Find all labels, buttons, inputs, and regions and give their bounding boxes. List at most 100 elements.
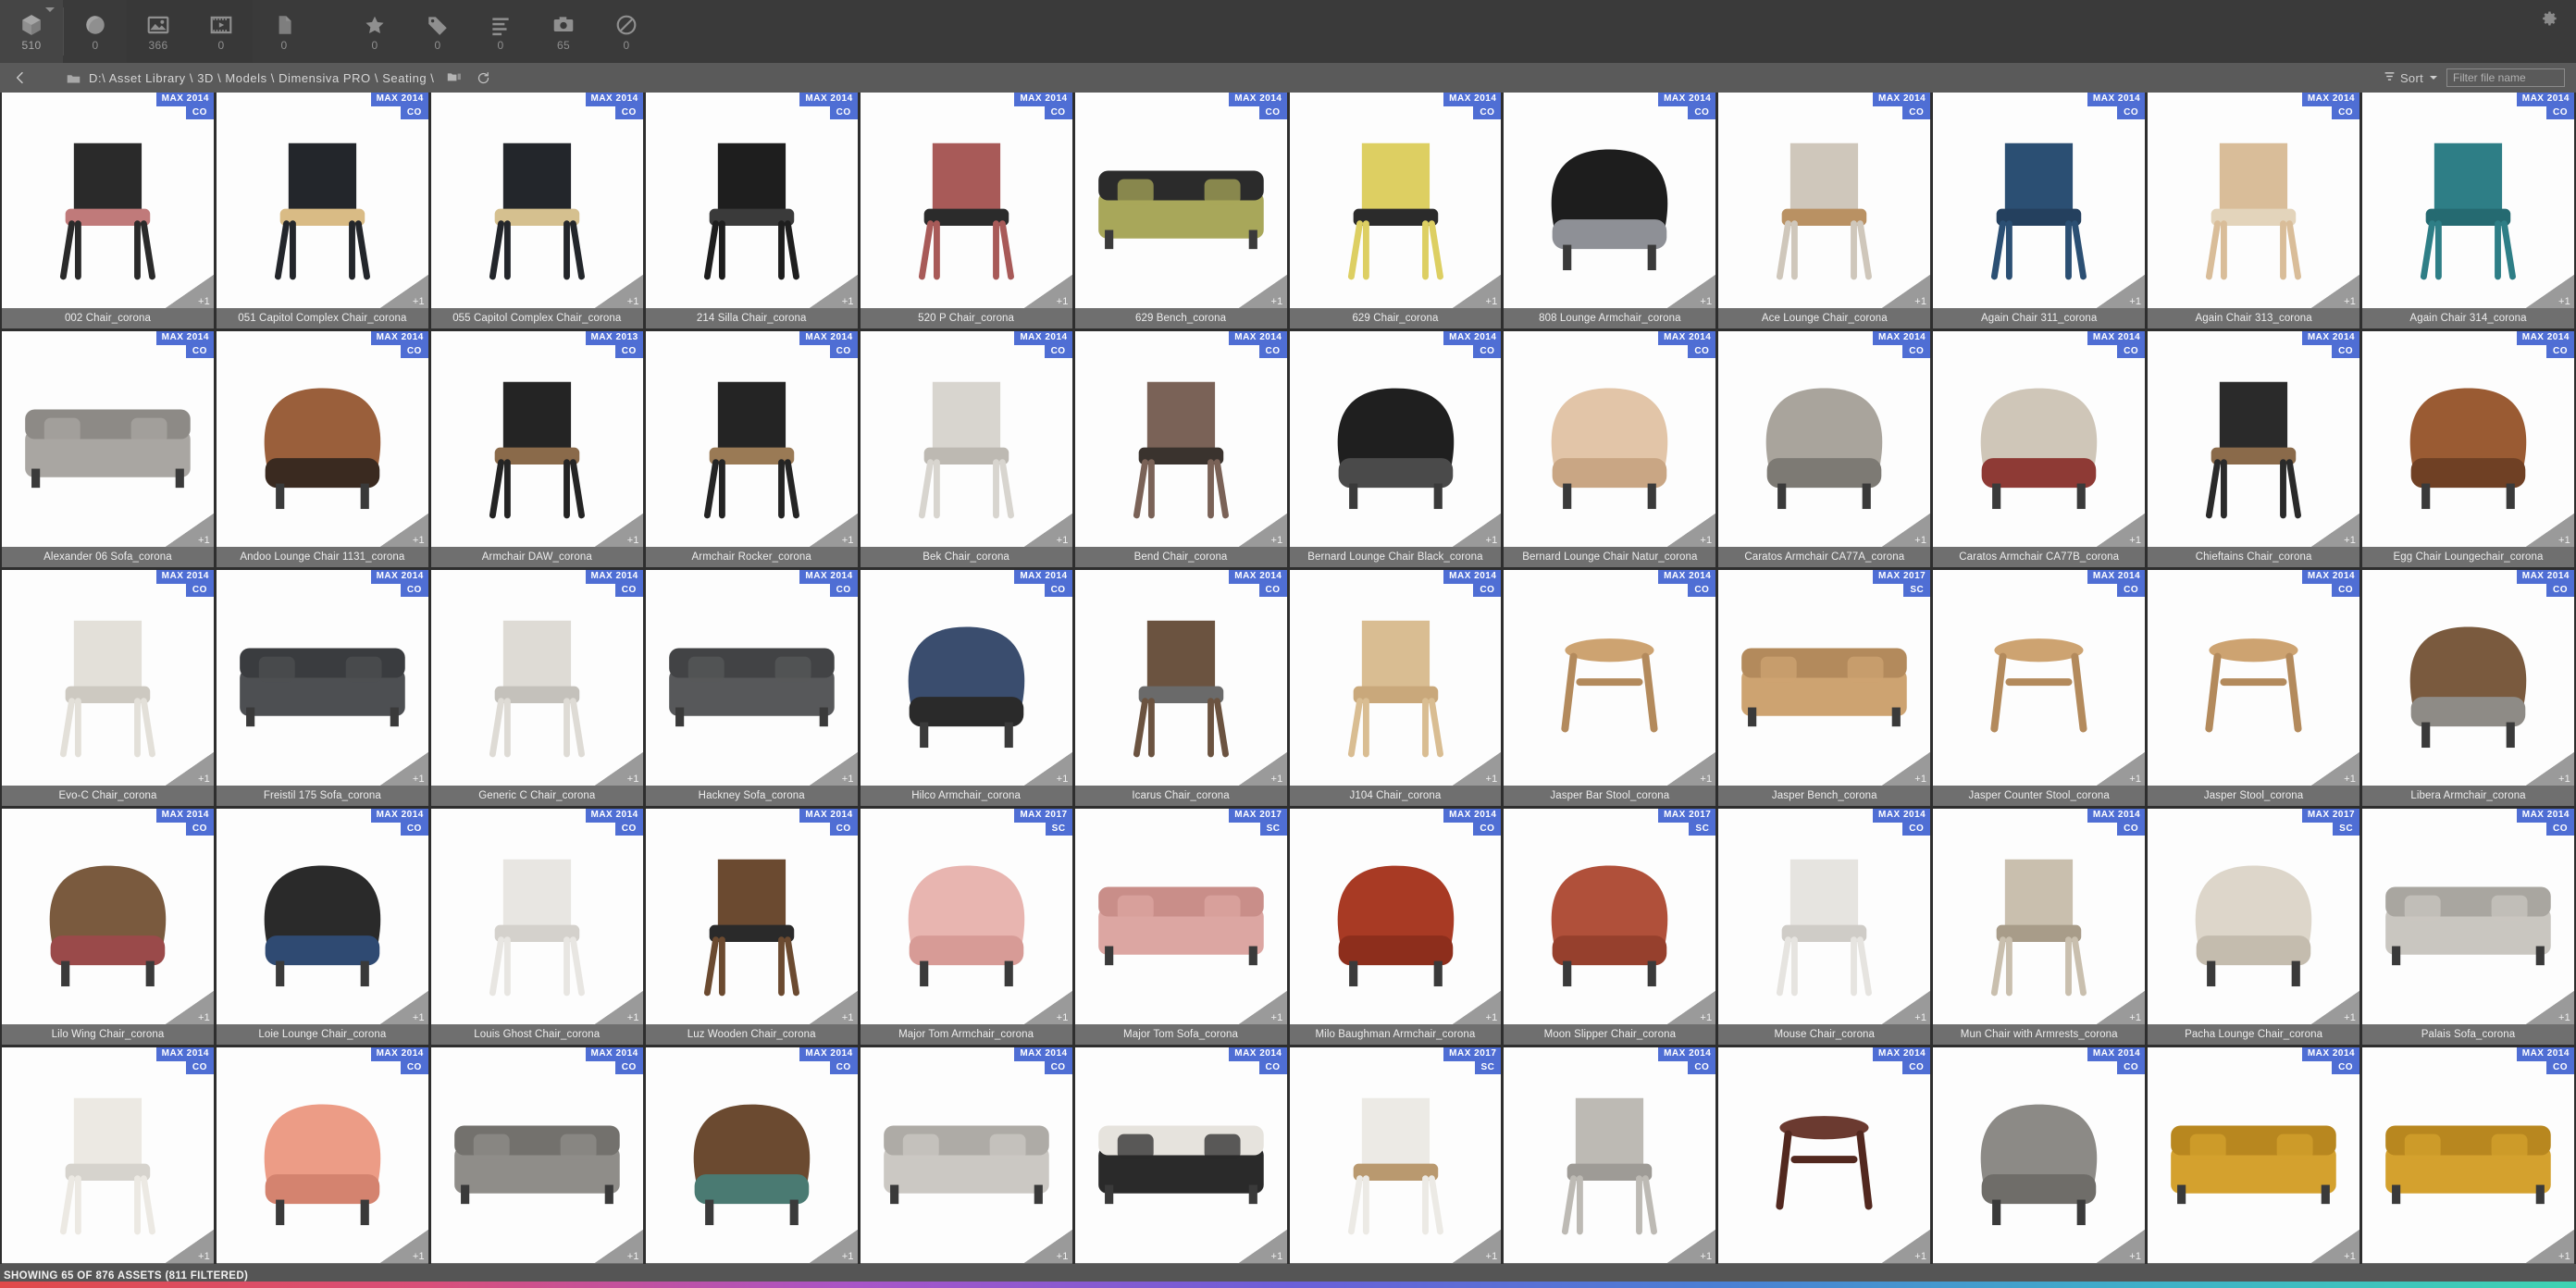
asset-thumbnail[interactable]: MAX 2014 CO +1 — [1074, 331, 1287, 547]
tab-video[interactable]: 0 — [190, 0, 253, 63]
asset-thumbnail[interactable]: MAX 2014 CO +1 — [2, 809, 214, 1024]
asset-card[interactable]: MAX 2014 CO +1 Generic C Chair_corona — [430, 570, 643, 806]
chevron-left-icon[interactable] — [13, 70, 28, 85]
asset-card[interactable]: MAX 2014 CO +1 Caratos Armchair CA77A_coron… — [1718, 331, 1931, 567]
asset-card[interactable]: MAX 2014 CO +1 — [2362, 1047, 2574, 1283]
asset-thumbnail[interactable]: MAX 2014 CO +1 — [1074, 93, 1287, 308]
asset-card[interactable]: MAX 2014 CO +1 Chieftains Chair_corona — [2148, 331, 2360, 567]
asset-thumbnail[interactable]: MAX 2014 CO +1 — [430, 1047, 643, 1263]
asset-thumbnail[interactable]: MAX 2014 CO +1 — [216, 93, 428, 308]
asset-card[interactable]: MAX 2014 CO +1 214 Silla Chair_corona — [645, 93, 858, 328]
asset-card[interactable]: MAX 2014 CO +1 Bend Chair_corona — [1074, 331, 1287, 567]
asset-thumbnail[interactable]: MAX 2014 CO +1 — [860, 93, 1072, 308]
tab-excluded[interactable]: 0 — [595, 0, 658, 63]
asset-thumbnail[interactable]: MAX 2014 CO +1 — [645, 570, 858, 786]
asset-thumbnail[interactable]: MAX 2014 CO +1 — [2148, 570, 2360, 786]
chevron-down-icon[interactable] — [45, 7, 55, 12]
asset-thumbnail[interactable]: MAX 2017 SC +1 — [1289, 1047, 1502, 1263]
asset-card[interactable]: MAX 2014 CO +1 Armchair Rocker_corona — [645, 331, 858, 567]
asset-card[interactable]: MAX 2014 CO +1 Caratos Armchair CA77B_coron… — [1933, 331, 2146, 567]
asset-thumbnail[interactable]: MAX 2014 CO +1 — [2148, 1047, 2360, 1263]
asset-thumbnail[interactable]: MAX 2014 CO +1 — [1504, 570, 1716, 786]
asset-card[interactable]: MAX 2014 CO +1 — [1718, 1047, 1931, 1283]
asset-card[interactable]: MAX 2017 SC +1 Major Tom Sofa_corona — [1074, 809, 1287, 1045]
asset-thumbnail[interactable]: MAX 2014 CO +1 — [2148, 93, 2360, 308]
asset-thumbnail[interactable]: MAX 2014 CO +1 — [216, 570, 428, 786]
asset-card[interactable]: MAX 2014 CO +1 Again Chair 313_corona — [2148, 93, 2360, 328]
asset-thumbnail[interactable]: MAX 2014 CO +1 — [2, 1047, 214, 1263]
asset-card[interactable]: MAX 2014 CO +1 — [860, 1047, 1072, 1283]
asset-thumbnail[interactable]: MAX 2014 CO +1 — [1289, 809, 1502, 1024]
asset-thumbnail[interactable]: MAX 2014 CO +1 — [1289, 93, 1502, 308]
asset-card[interactable]: MAX 2017 SC +1 Pacha Lounge Chair_corona — [2148, 809, 2360, 1045]
asset-thumbnail[interactable]: MAX 2014 CO +1 — [2, 93, 214, 308]
asset-thumbnail[interactable]: MAX 2014 CO +1 — [645, 331, 858, 547]
asset-card[interactable]: MAX 2014 CO +1 629 Bench_corona — [1074, 93, 1287, 328]
asset-card[interactable]: MAX 2014 CO +1 Evo-C Chair_corona — [2, 570, 214, 806]
asset-thumbnail[interactable]: MAX 2014 CO +1 — [1718, 331, 1931, 547]
asset-card[interactable]: MAX 2014 CO +1 Bernard Lounge Chair Natur_c… — [1504, 331, 1716, 567]
tab-favorites[interactable]: 0 — [343, 0, 406, 63]
asset-card[interactable]: MAX 2014 CO +1 — [430, 1047, 643, 1283]
asset-thumbnail[interactable]: MAX 2014 CO +1 — [645, 809, 858, 1024]
sort-button[interactable]: Sort — [2384, 70, 2437, 85]
asset-card[interactable]: MAX 2017 SC +1 Major Tom Armchair_corona — [860, 809, 1072, 1045]
asset-card[interactable]: MAX 2014 CO +1 Libera Armchair_corona — [2362, 570, 2574, 806]
gear-icon[interactable] — [2541, 9, 2559, 28]
asset-card[interactable]: MAX 2014 CO +1 — [1933, 1047, 2146, 1283]
asset-thumbnail[interactable]: MAX 2014 CO +1 — [1933, 570, 2146, 786]
asset-thumbnail[interactable]: MAX 2014 CO +1 — [1504, 331, 1716, 547]
asset-thumbnail[interactable]: MAX 2017 SC +1 — [1718, 570, 1931, 786]
asset-thumbnail[interactable]: MAX 2014 CO +1 — [2362, 1047, 2574, 1263]
asset-thumbnail[interactable]: MAX 2014 CO +1 — [2362, 809, 2574, 1024]
asset-card[interactable]: MAX 2014 CO +1 Again Chair 314_corona — [2362, 93, 2574, 328]
asset-thumbnail[interactable]: MAX 2014 CO +1 — [1933, 331, 2146, 547]
tab-models[interactable]: 510 — [0, 0, 63, 63]
asset-thumbnail[interactable]: MAX 2014 CO +1 — [860, 1047, 1072, 1263]
asset-card[interactable]: MAX 2014 CO +1 Hilco Armchair_corona — [860, 570, 1072, 806]
asset-card[interactable]: MAX 2014 CO +1 J104 Chair_corona — [1289, 570, 1502, 806]
asset-thumbnail[interactable]: MAX 2014 CO +1 — [1933, 809, 2146, 1024]
asset-card[interactable]: MAX 2014 CO +1 Hackney Sofa_corona — [645, 570, 858, 806]
asset-card[interactable]: MAX 2014 CO +1 — [1074, 1047, 1287, 1283]
asset-card[interactable]: MAX 2014 CO +1 — [2, 1047, 214, 1283]
filter-file-name-input[interactable] — [2446, 68, 2565, 87]
asset-card[interactable]: MAX 2014 CO +1 Loie Lounge Chair_corona — [216, 809, 428, 1045]
tab-tags[interactable]: 0 — [406, 0, 469, 63]
asset-thumbnail[interactable]: MAX 2014 CO +1 — [1074, 570, 1287, 786]
asset-thumbnail[interactable]: MAX 2014 CO +1 — [1718, 809, 1931, 1024]
refresh-icon[interactable] — [477, 71, 490, 85]
asset-card[interactable]: MAX 2014 CO +1 Bek Chair_corona — [860, 331, 1072, 567]
asset-card[interactable]: MAX 2014 CO +1 808 Lounge Armchair_corona — [1504, 93, 1716, 328]
asset-thumbnail[interactable]: MAX 2014 CO +1 — [2, 570, 214, 786]
asset-thumbnail[interactable]: MAX 2014 CO +1 — [1933, 93, 2146, 308]
asset-thumbnail[interactable]: MAX 2014 CO +1 — [645, 1047, 858, 1263]
asset-card[interactable]: MAX 2017 SC +1 Jasper Bench_corona — [1718, 570, 1931, 806]
asset-thumbnail[interactable]: MAX 2014 CO +1 — [1933, 1047, 2146, 1263]
asset-thumbnail[interactable]: MAX 2014 CO +1 — [645, 93, 858, 308]
asset-thumbnail[interactable]: MAX 2014 CO +1 — [860, 570, 1072, 786]
asset-card[interactable]: MAX 2014 CO +1 Alexander 06 Sofa_corona — [2, 331, 214, 567]
asset-thumbnail[interactable]: MAX 2014 CO +1 — [216, 331, 428, 547]
asset-card[interactable]: MAX 2014 CO +1 Mun Chair with Armrests_coro… — [1933, 809, 2146, 1045]
asset-thumbnail[interactable]: MAX 2014 CO +1 — [1074, 1047, 1287, 1263]
asset-card[interactable]: MAX 2014 CO +1 629 Chair_corona — [1289, 93, 1502, 328]
asset-thumbnail[interactable]: MAX 2014 CO +1 — [2, 331, 214, 547]
asset-card[interactable]: MAX 2014 CO +1 Louis Ghost Chair_corona — [430, 809, 643, 1045]
asset-thumbnail[interactable]: MAX 2014 CO +1 — [2362, 331, 2574, 547]
asset-thumbnail[interactable]: MAX 2014 CO +1 — [2148, 331, 2360, 547]
asset-thumbnail[interactable]: MAX 2014 CO +1 — [216, 809, 428, 1024]
asset-thumbnail[interactable]: MAX 2014 CO +1 — [1289, 331, 1502, 547]
asset-thumbnail[interactable]: MAX 2017 SC +1 — [1074, 809, 1287, 1024]
asset-card[interactable]: MAX 2014 CO +1 Jasper Counter Stool_corona — [1933, 570, 2146, 806]
asset-card[interactable]: MAX 2014 CO +1 Milo Baughman Armchair_coron… — [1289, 809, 1502, 1045]
asset-card[interactable]: MAX 2014 CO +1 — [216, 1047, 428, 1283]
asset-card[interactable]: MAX 2014 CO +1 — [645, 1047, 858, 1283]
asset-thumbnail[interactable]: MAX 2014 CO +1 — [430, 93, 643, 308]
asset-card[interactable]: MAX 2017 SC +1 Moon Slipper Chair_corona — [1504, 809, 1716, 1045]
tab-lists[interactable]: 0 — [469, 0, 532, 63]
tab-renders[interactable]: 65 — [532, 0, 595, 63]
asset-card[interactable]: MAX 2014 CO +1 Jasper Bar Stool_corona — [1504, 570, 1716, 806]
asset-thumbnail[interactable]: MAX 2014 CO +1 — [1504, 93, 1716, 308]
asset-card[interactable]: MAX 2014 CO +1 Luz Wooden Chair_corona — [645, 809, 858, 1045]
